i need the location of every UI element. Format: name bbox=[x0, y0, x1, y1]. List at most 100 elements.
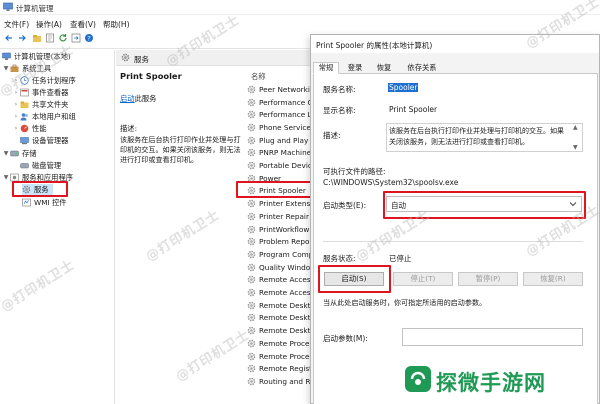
menu-file[interactable]: 文件(F) bbox=[4, 19, 29, 30]
service-row[interactable]: Portable Device bbox=[247, 159, 312, 172]
description-scroll-up-icon[interactable]: ▲ bbox=[573, 124, 578, 131]
gear-icon bbox=[247, 98, 256, 107]
service-row[interactable]: Problem Reports bbox=[247, 235, 312, 248]
service-row-name: Remote Procedure bbox=[259, 338, 312, 348]
service-row[interactable]: Remote Desktop bbox=[247, 299, 312, 312]
path-label: 可执行文件的路径: bbox=[323, 167, 386, 176]
properties-icon[interactable] bbox=[45, 33, 55, 43]
service-row[interactable]: Remote Desktop bbox=[247, 312, 312, 325]
tree-performance-label: 性能 bbox=[32, 123, 47, 133]
name-column-header[interactable]: 名称 bbox=[251, 72, 266, 82]
tree-device-manager[interactable]: 设备管理器 bbox=[20, 135, 68, 146]
service-row[interactable]: Remote Registry bbox=[247, 362, 312, 375]
description-scroll-down-icon[interactable]: ▼ bbox=[573, 144, 578, 151]
dialog-title: Print Spooler 的属性(本地计算机) bbox=[316, 41, 433, 50]
tree-shared-folders[interactable]: › 共享文件夹 bbox=[12, 99, 69, 110]
brand-text: 探微手游网 bbox=[436, 371, 546, 395]
tab-general[interactable]: 常规 bbox=[313, 62, 339, 74]
service-row[interactable]: Remote Procedure bbox=[247, 337, 312, 350]
service-row[interactable]: Quality Windows bbox=[247, 261, 312, 274]
services-header-icon bbox=[121, 53, 130, 62]
service-row[interactable]: Remote Desktop bbox=[247, 324, 312, 337]
service-row[interactable]: Performance Logs bbox=[247, 108, 312, 121]
service-name-value: Spooler bbox=[388, 83, 419, 92]
service-row[interactable]: Remote Procedure bbox=[247, 350, 312, 363]
gear-icon bbox=[247, 85, 256, 94]
tab-logon[interactable]: 登录 bbox=[343, 62, 367, 74]
service-row[interactable]: PrintWorkflow bbox=[247, 223, 312, 236]
service-row[interactable]: Performance Counter bbox=[247, 96, 312, 109]
service-row-name: Printer Repair bbox=[259, 211, 309, 221]
expand-arrow-icon[interactable]: ▼ bbox=[2, 65, 10, 72]
menu-action[interactable]: 操作(A) bbox=[36, 19, 62, 30]
service-row-name: Plug and Play bbox=[259, 135, 309, 145]
start-service-line: 启动此服务 bbox=[120, 94, 156, 104]
gear-icon bbox=[247, 288, 256, 297]
service-row[interactable]: PNRP Machine bbox=[247, 147, 312, 160]
gear-icon bbox=[247, 136, 256, 145]
collapse-arrow-icon[interactable]: › bbox=[12, 113, 20, 120]
gear-icon bbox=[247, 313, 256, 322]
service-row-name: Performance Counter bbox=[259, 97, 312, 107]
expand-arrow-icon[interactable]: ▼ bbox=[2, 150, 10, 157]
service-row[interactable]: Printer Repair bbox=[247, 210, 312, 223]
start-service-link[interactable]: 启动 bbox=[120, 94, 135, 103]
service-row[interactable]: Peer Networking bbox=[247, 83, 312, 96]
forward-icon[interactable] bbox=[17, 33, 27, 43]
menu-view[interactable]: 查看(V) bbox=[70, 19, 96, 30]
watermark: @打印机卫士 bbox=[173, 327, 253, 385]
up-folder-icon[interactable] bbox=[32, 33, 42, 43]
tab-recovery[interactable]: 恢复 bbox=[372, 62, 396, 74]
title-bar bbox=[0, 0, 600, 15]
service-row-name: Phone Service bbox=[259, 122, 311, 132]
service-row[interactable]: Routing and Remote bbox=[247, 375, 312, 388]
pause-button[interactable]: 暂停(P) bbox=[458, 272, 518, 286]
stop-button[interactable]: 停止(T) bbox=[393, 272, 453, 286]
tree-disk-management[interactable]: 磁盘管理 bbox=[20, 160, 61, 171]
service-row[interactable]: Plug and Play bbox=[247, 134, 312, 147]
collapse-arrow-icon[interactable]: › bbox=[12, 125, 20, 132]
service-description-title: 描述: bbox=[120, 124, 138, 133]
service-row[interactable]: Remote Access bbox=[247, 286, 312, 299]
display-name-label: 显示名称: bbox=[323, 106, 356, 115]
resume-button[interactable]: 恢复(R) bbox=[523, 272, 583, 286]
service-row-name: Printer Extensions bbox=[259, 199, 312, 209]
help-icon[interactable]: ? bbox=[84, 33, 94, 43]
tab-dependencies[interactable]: 依存关系 bbox=[403, 62, 441, 74]
tree-performance[interactable]: › 性能 bbox=[12, 123, 47, 134]
window-title: 计算机管理 bbox=[16, 4, 54, 13]
gear-icon bbox=[247, 237, 256, 246]
gear-icon bbox=[247, 212, 256, 221]
service-row-name: Remote Procedure bbox=[259, 351, 312, 361]
service-row-name: Routing and Remote bbox=[259, 376, 312, 386]
export-icon[interactable] bbox=[71, 33, 81, 43]
gear-icon bbox=[247, 199, 256, 208]
menu-help[interactable]: 帮助(H) bbox=[103, 19, 130, 30]
device-manager-icon bbox=[20, 136, 29, 145]
tree-storage[interactable]: ▼ 存储 bbox=[0, 148, 37, 159]
gear-icon bbox=[247, 263, 256, 272]
disk-icon bbox=[20, 161, 29, 170]
gear-icon bbox=[247, 225, 256, 234]
service-row[interactable]: Phone Service bbox=[247, 121, 312, 134]
gear-icon bbox=[247, 275, 256, 284]
start-service-suffix: 此服务 bbox=[134, 94, 157, 103]
expand-arrow-icon[interactable]: ▼ bbox=[2, 174, 10, 181]
service-row-name: Portable Device bbox=[259, 161, 312, 171]
service-row[interactable]: Program Compat bbox=[247, 248, 312, 261]
service-row[interactable]: Printer Extensions bbox=[247, 197, 312, 210]
tree-shared-folders-label: 共享文件夹 bbox=[32, 99, 69, 109]
tree-wmi[interactable]: WMI 控件 bbox=[22, 197, 67, 208]
service-row-name: Remote Desktop bbox=[259, 326, 312, 336]
svg-text:?: ? bbox=[87, 34, 90, 42]
gear-icon bbox=[247, 352, 256, 361]
start-params-input[interactable] bbox=[402, 328, 583, 346]
performance-icon bbox=[20, 124, 29, 133]
tree-storage-label: 存储 bbox=[22, 148, 37, 158]
collapse-arrow-icon[interactable]: › bbox=[12, 101, 20, 108]
service-description-text: 该服务在后台执行打印作业并处理与打印机的交互。如果关闭该服务，则无法进行打印或查… bbox=[120, 135, 241, 164]
gear-icon bbox=[247, 250, 256, 259]
back-icon[interactable] bbox=[4, 33, 14, 43]
tree-local-users[interactable]: › 本地用户和组 bbox=[12, 111, 76, 122]
service-row[interactable]: Remote Access bbox=[247, 274, 312, 287]
